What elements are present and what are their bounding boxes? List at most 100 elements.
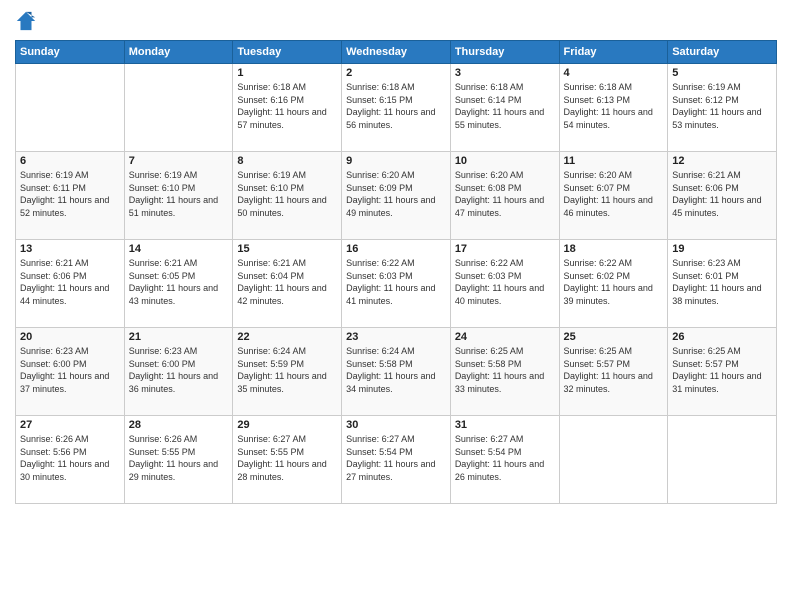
day-info: Sunrise: 6:23 AMSunset: 6:00 PMDaylight:… [20,345,120,395]
week-row-2: 6 Sunrise: 6:19 AMSunset: 6:11 PMDaylight… [16,152,777,240]
calendar-table: Sunday Monday Tuesday Wednesday Thursday… [15,40,777,504]
day-cell [16,64,125,152]
day-info: Sunrise: 6:20 AMSunset: 6:08 PMDaylight:… [455,169,555,219]
day-cell: 26 Sunrise: 6:25 AMSunset: 5:57 PMDayligh… [668,328,777,416]
day-number: 25 [564,331,664,343]
day-info: Sunrise: 6:23 AMSunset: 6:01 PMDaylight:… [672,257,772,307]
day-number: 20 [20,331,120,343]
day-cell [124,64,233,152]
day-info: Sunrise: 6:21 AMSunset: 6:06 PMDaylight:… [20,257,120,307]
day-cell: 25 Sunrise: 6:25 AMSunset: 5:57 PMDayligh… [559,328,668,416]
day-info: Sunrise: 6:26 AMSunset: 5:56 PMDaylight:… [20,433,120,483]
day-cell: 23 Sunrise: 6:24 AMSunset: 5:58 PMDayligh… [342,328,451,416]
page: Sunday Monday Tuesday Wednesday Thursday… [0,0,792,612]
day-cell: 28 Sunrise: 6:26 AMSunset: 5:55 PMDayligh… [124,416,233,504]
day-number: 28 [129,419,229,431]
day-info: Sunrise: 6:18 AMSunset: 6:15 PMDaylight:… [346,81,446,131]
day-number: 7 [129,155,229,167]
day-number: 10 [455,155,555,167]
day-number: 24 [455,331,555,343]
day-info: Sunrise: 6:20 AMSunset: 6:07 PMDaylight:… [564,169,664,219]
day-info: Sunrise: 6:25 AMSunset: 5:57 PMDaylight:… [564,345,664,395]
day-info: Sunrise: 6:25 AMSunset: 5:58 PMDaylight:… [455,345,555,395]
day-number: 1 [237,67,337,79]
day-info: Sunrise: 6:22 AMSunset: 6:03 PMDaylight:… [346,257,446,307]
day-number: 14 [129,243,229,255]
day-cell: 10 Sunrise: 6:20 AMSunset: 6:08 PMDayligh… [450,152,559,240]
day-info: Sunrise: 6:20 AMSunset: 6:09 PMDaylight:… [346,169,446,219]
day-number: 13 [20,243,120,255]
day-cell: 4Sunrise: 6:18 AMSunset: 6:13 PMDaylight… [559,64,668,152]
day-number: 23 [346,331,446,343]
day-info: Sunrise: 6:24 AMSunset: 5:59 PMDaylight:… [237,345,337,395]
col-monday: Monday [124,41,233,64]
day-number: 3 [455,67,555,79]
day-number: 31 [455,419,555,431]
logo [15,10,41,32]
day-number: 6 [20,155,120,167]
day-cell: 31Sunrise: 6:27 AMSunset: 5:54 PMDayligh… [450,416,559,504]
day-number: 5 [672,67,772,79]
day-cell: 18Sunrise: 6:22 AMSunset: 6:02 PMDayligh… [559,240,668,328]
col-friday: Friday [559,41,668,64]
day-cell: 3Sunrise: 6:18 AMSunset: 6:14 PMDaylight… [450,64,559,152]
day-cell [668,416,777,504]
day-cell: 8 Sunrise: 6:19 AMSunset: 6:10 PMDaylight… [233,152,342,240]
day-number: 18 [564,243,664,255]
day-number: 12 [672,155,772,167]
day-cell: 9 Sunrise: 6:20 AMSunset: 6:09 PMDaylight… [342,152,451,240]
day-cell: 6 Sunrise: 6:19 AMSunset: 6:11 PMDaylight… [16,152,125,240]
day-cell: 15Sunrise: 6:21 AMSunset: 6:04 PMDayligh… [233,240,342,328]
col-tuesday: Tuesday [233,41,342,64]
day-cell: 30 Sunrise: 6:27 AMSunset: 5:54 PMDayligh… [342,416,451,504]
col-thursday: Thursday [450,41,559,64]
day-cell: 19 Sunrise: 6:23 AMSunset: 6:01 PMDayligh… [668,240,777,328]
day-number: 27 [20,419,120,431]
day-cell: 29 Sunrise: 6:27 AMSunset: 5:55 PMDayligh… [233,416,342,504]
day-info: Sunrise: 6:26 AMSunset: 5:55 PMDaylight:… [129,433,229,483]
logo-icon [15,10,37,32]
day-cell: 22 Sunrise: 6:24 AMSunset: 5:59 PMDayligh… [233,328,342,416]
header [15,10,777,32]
day-cell: 7 Sunrise: 6:19 AMSunset: 6:10 PMDaylight… [124,152,233,240]
day-number: 15 [237,243,337,255]
day-cell: 5 Sunrise: 6:19 AMSunset: 6:12 PMDaylight… [668,64,777,152]
day-cell: 12 Sunrise: 6:21 AMSunset: 6:06 PMDayligh… [668,152,777,240]
day-info: Sunrise: 6:21 AMSunset: 6:06 PMDaylight:… [672,169,772,219]
day-info: Sunrise: 6:22 AMSunset: 6:03 PMDaylight:… [455,257,555,307]
day-info: Sunrise: 6:19 AMSunset: 6:11 PMDaylight:… [20,169,120,219]
day-number: 19 [672,243,772,255]
day-number: 11 [564,155,664,167]
day-cell: 1Sunrise: 6:18 AMSunset: 6:16 PMDaylight… [233,64,342,152]
day-info: Sunrise: 6:19 AMSunset: 6:12 PMDaylight:… [672,81,772,131]
day-info: Sunrise: 6:24 AMSunset: 5:58 PMDaylight:… [346,345,446,395]
week-row-4: 20 Sunrise: 6:23 AMSunset: 6:00 PMDayligh… [16,328,777,416]
week-row-5: 27 Sunrise: 6:26 AMSunset: 5:56 PMDayligh… [16,416,777,504]
week-row-3: 13 Sunrise: 6:21 AMSunset: 6:06 PMDayligh… [16,240,777,328]
day-cell: 2 Sunrise: 6:18 AMSunset: 6:15 PMDaylight… [342,64,451,152]
day-cell: 24 Sunrise: 6:25 AMSunset: 5:58 PMDayligh… [450,328,559,416]
day-number: 16 [346,243,446,255]
day-number: 8 [237,155,337,167]
col-saturday: Saturday [668,41,777,64]
day-number: 9 [346,155,446,167]
day-info: Sunrise: 6:25 AMSunset: 5:57 PMDaylight:… [672,345,772,395]
day-info: Sunrise: 6:19 AMSunset: 6:10 PMDaylight:… [237,169,337,219]
day-info: Sunrise: 6:19 AMSunset: 6:10 PMDaylight:… [129,169,229,219]
day-cell: 11 Sunrise: 6:20 AMSunset: 6:07 PMDayligh… [559,152,668,240]
day-number: 21 [129,331,229,343]
day-cell: 13 Sunrise: 6:21 AMSunset: 6:06 PMDayligh… [16,240,125,328]
day-cell: 27 Sunrise: 6:26 AMSunset: 5:56 PMDayligh… [16,416,125,504]
day-number: 26 [672,331,772,343]
day-number: 2 [346,67,446,79]
day-number: 22 [237,331,337,343]
day-info: Sunrise: 6:21 AMSunset: 6:05 PMDaylight:… [129,257,229,307]
day-info: Sunrise: 6:27 AMSunset: 5:55 PMDaylight:… [237,433,337,483]
day-number: 4 [564,67,664,79]
day-cell: 21 Sunrise: 6:23 AMSunset: 6:00 PMDayligh… [124,328,233,416]
day-number: 30 [346,419,446,431]
day-number: 29 [237,419,337,431]
day-info: Sunrise: 6:27 AMSunset: 5:54 PMDaylight:… [346,433,446,483]
day-cell: 16 Sunrise: 6:22 AMSunset: 6:03 PMDayligh… [342,240,451,328]
day-info: Sunrise: 6:23 AMSunset: 6:00 PMDaylight:… [129,345,229,395]
